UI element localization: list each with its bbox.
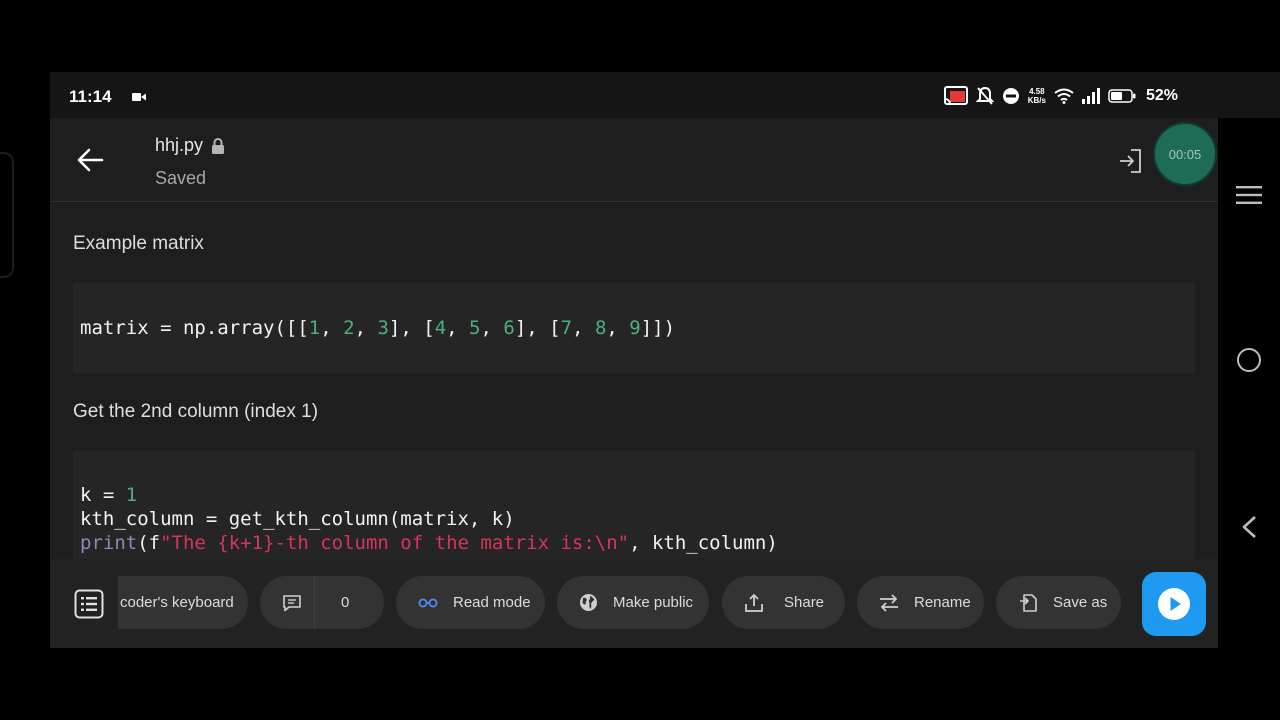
notebook-content: Example matrix matrix = np.array([[1, 2,… — [50, 203, 1218, 559]
network-speed-value: 4.58 — [1029, 87, 1045, 96]
menu-icon[interactable] — [1236, 185, 1262, 205]
make-public-button[interactable]: Make public — [557, 576, 709, 629]
share-label: Share — [784, 594, 825, 611]
file-name[interactable]: hhj.py — [155, 135, 203, 156]
share-icon — [745, 593, 763, 612]
share-button[interactable]: Share — [722, 576, 845, 629]
code-cell[interactable]: matrix = np.array([[1, 2, 3], [4, 5, 6],… — [73, 283, 1195, 373]
do-not-disturb-icon — [1002, 88, 1019, 104]
code-line: k = 1 kth_column = get_kth_column(matrix… — [80, 484, 778, 554]
markdown-heading: Example matrix — [73, 233, 204, 254]
save-as-icon — [1020, 593, 1037, 612]
device-edge — [0, 152, 14, 278]
read-mode-label: Read mode — [453, 594, 531, 611]
code-cell[interactable]: k = 1 kth_column = get_kth_column(matrix… — [73, 451, 1195, 559]
status-bar: 11:14 4.58 KB/s 52% — [50, 72, 1280, 118]
status-time: 11:14 — [69, 87, 112, 106]
run-button[interactable] — [1142, 572, 1206, 636]
coders-keyboard-button[interactable]: coder's keyboard — [118, 576, 248, 629]
swap-icon — [880, 593, 898, 612]
network-speed: 4.58 KB/s — [1028, 87, 1046, 105]
lock-icon — [212, 137, 225, 154]
file-title-row: hhj.py — [155, 135, 225, 156]
globe-icon — [580, 594, 597, 611]
network-speed-unit: KB/s — [1027, 96, 1046, 105]
exit-icon[interactable] — [1118, 148, 1142, 174]
comment-icon — [283, 594, 301, 611]
coders-keyboard-label: coder's keyboard — [120, 594, 234, 611]
markdown-heading: Get the 2nd column (index 1) — [73, 401, 319, 422]
make-public-label: Make public — [613, 594, 694, 611]
list-icon[interactable] — [74, 589, 104, 619]
bottom-toolbar: coder's keyboard 0 Read mode Make public… — [50, 559, 1218, 648]
video-record-icon — [132, 93, 146, 101]
system-navigation — [1218, 118, 1280, 648]
nav-back-icon[interactable] — [1240, 515, 1258, 539]
toolbar-divider — [314, 576, 315, 629]
app-bar: hhj.py Saved 00:05 — [50, 118, 1218, 202]
save-as-button[interactable]: Save as — [996, 576, 1121, 629]
read-mode-button[interactable]: Read mode — [396, 576, 545, 629]
cast-icon — [943, 86, 968, 105]
phone-screen: 11:14 4.58 KB/s 52% hhj.py Saved 00:05 E… — [50, 72, 1280, 648]
glasses-icon — [418, 598, 438, 607]
rename-label: Rename — [914, 594, 971, 611]
wifi-icon — [1054, 88, 1074, 104]
recording-timer-badge[interactable]: 00:05 — [1155, 124, 1215, 184]
home-icon[interactable] — [1237, 348, 1261, 372]
battery-icon — [1108, 89, 1136, 103]
status-icons: 4.58 KB/s 52% — [943, 84, 1178, 108]
comments-button[interactable]: 0 — [260, 576, 384, 629]
comments-count: 0 — [341, 594, 350, 611]
rename-button[interactable]: Rename — [857, 576, 984, 629]
code-line: matrix = np.array([[1, 2, 3], [4, 5, 6],… — [80, 317, 676, 339]
back-arrow-icon[interactable] — [76, 146, 104, 174]
recording-timer: 00:05 — [1168, 146, 1202, 162]
play-icon — [1158, 588, 1190, 620]
notifications-off-icon — [975, 86, 994, 105]
save-as-label: Save as — [1053, 594, 1108, 611]
signal-icon — [1081, 88, 1100, 104]
battery-percent: 52% — [1145, 87, 1178, 104]
save-status: Saved — [155, 168, 207, 188]
